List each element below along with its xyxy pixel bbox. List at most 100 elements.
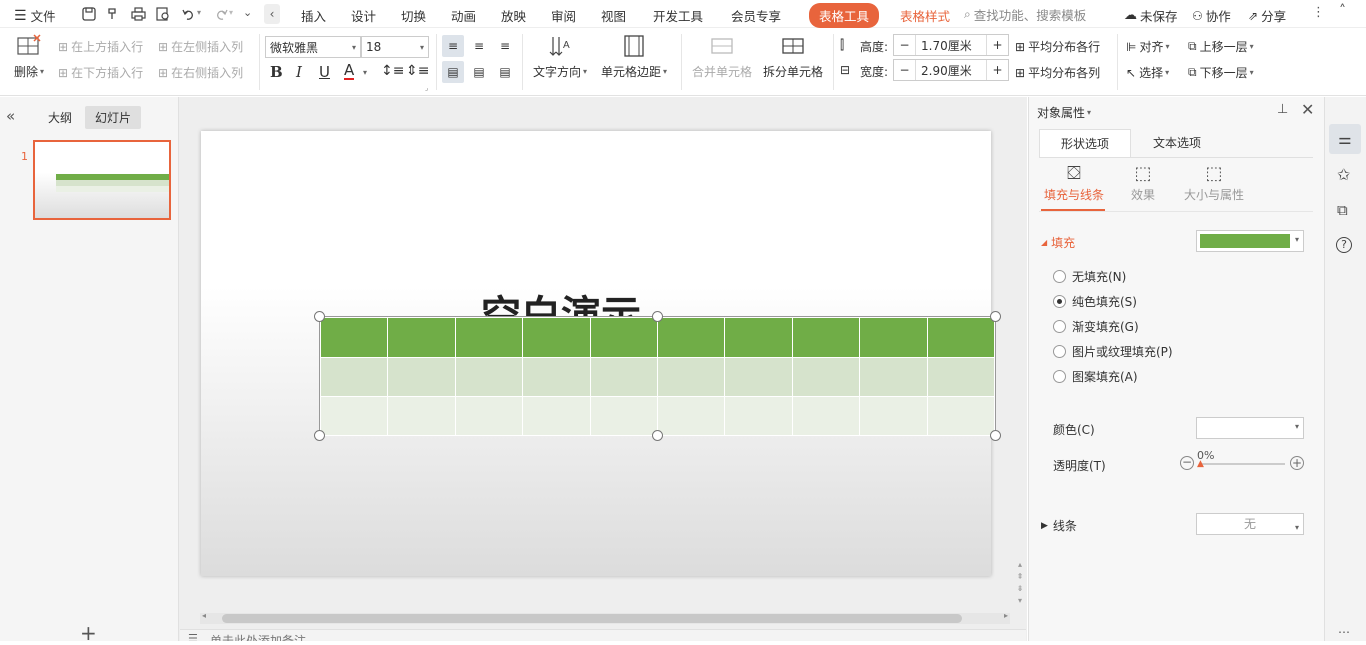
- height-decrease-button[interactable]: −: [894, 35, 916, 55]
- slide-table[interactable]: [319, 316, 996, 436]
- collapse-ribbon-icon[interactable]: ˄: [1339, 3, 1346, 19]
- table-cell[interactable]: [454, 357, 524, 397]
- subtab-effect[interactable]: ⬚ 效果: [1125, 163, 1161, 203]
- tab-insert[interactable]: 插入: [301, 6, 326, 25]
- tab-text-options[interactable]: 文本选项: [1137, 129, 1217, 157]
- font-size-select[interactable]: 18 ▾: [361, 36, 429, 58]
- file-menu[interactable]: ☰ 文件: [14, 6, 56, 25]
- table-cell[interactable]: [859, 396, 928, 436]
- tab-shape-options[interactable]: 形状选项: [1039, 129, 1131, 157]
- cell-margin-button[interactable]: 单元格边距 ▾: [598, 34, 670, 80]
- bold-icon[interactable]: B: [270, 63, 283, 81]
- line-dropdown[interactable]: 无 ▾: [1196, 513, 1304, 535]
- table-cell[interactable]: [522, 396, 591, 436]
- table-cell[interactable]: [319, 396, 389, 436]
- merge-cells-button[interactable]: 合并单元格: [690, 34, 754, 80]
- table-cell[interactable]: [926, 317, 996, 358]
- horizontal-scrollbar[interactable]: ◂ ▸: [200, 611, 1010, 624]
- resize-handle-top-left[interactable]: [314, 311, 325, 322]
- table-cell[interactable]: [656, 317, 726, 358]
- redo-icon[interactable]: [212, 5, 230, 23]
- line-section-header[interactable]: ▶ 线条: [1041, 517, 1077, 534]
- unsaved-button[interactable]: ☁ 未保存: [1124, 6, 1178, 25]
- align-top-icon[interactable]: ▤: [442, 61, 464, 83]
- table-cell[interactable]: [724, 357, 793, 397]
- height-increase-button[interactable]: +: [986, 35, 1008, 55]
- scrollbar-thumb[interactable]: [222, 614, 962, 623]
- share-button[interactable]: ⇗ 分享: [1248, 6, 1286, 25]
- tab-table-tools[interactable]: 表格工具: [809, 3, 880, 28]
- properties-title-dropdown[interactable]: 对象属性 ▾: [1037, 104, 1091, 121]
- resize-handle-top-right[interactable]: [990, 311, 1001, 322]
- fill-option-picture[interactable]: 图片或纹理填充(P): [1053, 343, 1173, 360]
- align-middle-icon[interactable]: ▤: [468, 61, 490, 83]
- resize-handle-bottom-left[interactable]: [314, 430, 325, 441]
- tab-review[interactable]: 审阅: [551, 6, 576, 25]
- italic-icon[interactable]: I: [296, 63, 302, 81]
- table-cell[interactable]: [926, 357, 996, 397]
- fill-color-picker[interactable]: ▾: [1196, 230, 1304, 252]
- tab-view[interactable]: 视图: [601, 6, 626, 25]
- delete-button[interactable]: 删除 ▾: [10, 34, 48, 80]
- subtab-size-props[interactable]: ⬚ 大小与属性: [1179, 163, 1249, 203]
- more-vertical-icon[interactable]: ⋮: [1312, 5, 1325, 20]
- tab-slides[interactable]: 幻灯片: [85, 106, 142, 129]
- print-preview-icon[interactable]: [154, 5, 172, 23]
- distribute-cols-button[interactable]: ⊞ 平均分布各列: [1015, 64, 1100, 81]
- undo-dropdown-icon[interactable]: ▾: [197, 8, 201, 17]
- table-cell[interactable]: [522, 357, 591, 397]
- scroll-tabs-left-icon[interactable]: ‹: [264, 4, 280, 24]
- color-dropdown[interactable]: ▾: [1196, 417, 1304, 439]
- format-painter-icon[interactable]: [104, 5, 122, 23]
- transparency-increase-icon[interactable]: +: [1290, 456, 1304, 470]
- quick-access-more-icon[interactable]: ⌄: [243, 6, 252, 19]
- vertical-scroll-controls[interactable]: ▴ ⇞ ⇟ ▾: [1015, 559, 1025, 609]
- subtab-fill-line[interactable]: ⛋ 填充与线条: [1041, 163, 1107, 203]
- table-cell[interactable]: [589, 357, 658, 397]
- slide-thumbnail[interactable]: [33, 140, 171, 220]
- transparency-slider-thumb[interactable]: ▲: [1197, 459, 1204, 469]
- table-cell[interactable]: [926, 396, 996, 436]
- add-slide-icon[interactable]: +: [80, 623, 97, 643]
- table-cell[interactable]: [589, 317, 658, 358]
- resize-handle-top[interactable]: [652, 311, 663, 322]
- width-stepper[interactable]: − 2.90厘米 +: [893, 59, 1009, 81]
- width-decrease-button[interactable]: −: [894, 60, 916, 80]
- redo-dropdown-icon[interactable]: ▾: [229, 8, 233, 17]
- undo-icon[interactable]: [180, 5, 198, 23]
- font-name-select[interactable]: 微软雅黑 ▾: [265, 36, 361, 58]
- split-cells-button[interactable]: 拆分单元格: [760, 34, 826, 80]
- table-cell[interactable]: [387, 396, 456, 436]
- align-center-icon[interactable]: ≡: [468, 35, 490, 57]
- more-horizontal-icon[interactable]: ⋯: [1338, 625, 1351, 639]
- fill-option-gradient[interactable]: 渐变填充(G): [1053, 318, 1139, 335]
- table-cell[interactable]: [859, 317, 928, 358]
- table-cell[interactable]: [791, 396, 861, 436]
- tab-developer[interactable]: 开发工具: [653, 6, 703, 25]
- insert-col-left-button[interactable]: ⊞ 在左侧插入列: [158, 38, 243, 55]
- send-backward-button[interactable]: ⧉ 下移一层 ▾: [1188, 64, 1254, 81]
- table-cell[interactable]: [454, 317, 524, 358]
- table-cell[interactable]: [589, 396, 658, 436]
- insert-row-below-button[interactable]: ⊞ 在下方插入行: [58, 64, 143, 81]
- save-icon[interactable]: [80, 5, 98, 23]
- table-cell[interactable]: [387, 317, 456, 358]
- title-placeholder[interactable]: 空白演示: [481, 293, 721, 317]
- distribute-rows-button[interactable]: ⊞ 平均分布各行: [1015, 38, 1100, 55]
- table-cell[interactable]: [319, 357, 389, 397]
- align-left-icon[interactable]: ≡: [442, 35, 464, 57]
- align-bottom-icon[interactable]: ▤: [494, 61, 516, 83]
- table-cell[interactable]: [724, 317, 793, 358]
- tab-slideshow[interactable]: 放映: [501, 6, 526, 25]
- fill-section-header[interactable]: ◢ 填充: [1041, 234, 1075, 251]
- table-cell[interactable]: [656, 396, 726, 436]
- table-cell[interactable]: [791, 317, 861, 358]
- tab-outline[interactable]: 大纲: [48, 109, 72, 126]
- transparency-decrease-icon[interactable]: −: [1180, 456, 1194, 470]
- table-cell[interactable]: [859, 357, 928, 397]
- text-direction-button[interactable]: A 文字方向 ▾: [530, 34, 590, 80]
- scroll-right-icon[interactable]: ▸: [1004, 611, 1008, 620]
- fill-option-solid[interactable]: 纯色填充(S): [1053, 293, 1137, 310]
- insert-row-above-button[interactable]: ⊞ 在上方插入行: [58, 38, 143, 55]
- properties-sidebar-icon[interactable]: ⚌: [1329, 124, 1361, 154]
